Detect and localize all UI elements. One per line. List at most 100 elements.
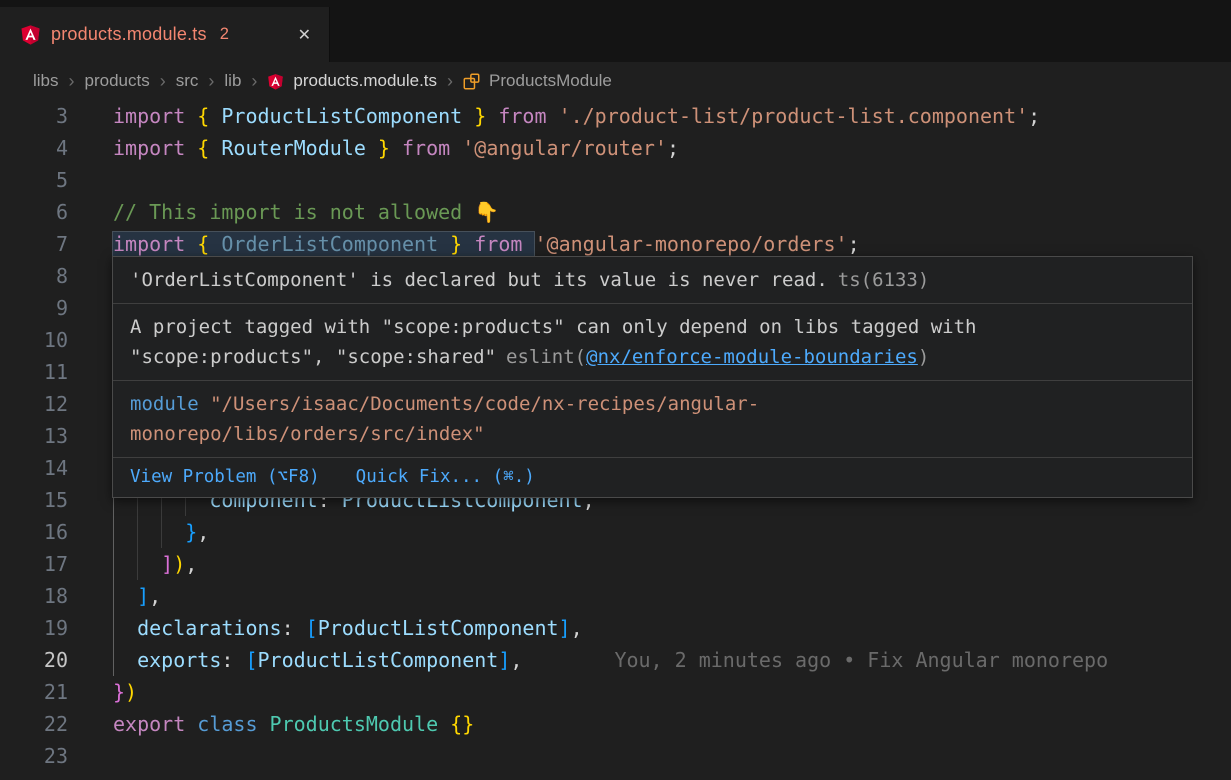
line-number[interactable]: 7 bbox=[0, 228, 68, 260]
code-line-22[interactable]: 22 export class ProductsModule {} bbox=[0, 708, 1231, 740]
tab-products-module[interactable]: products.module.ts 2 ✕ bbox=[0, 7, 330, 62]
gutter-space bbox=[68, 420, 113, 452]
code-line-3[interactable]: 3import { ProductListComponent } from '.… bbox=[0, 100, 1231, 132]
token: import bbox=[113, 232, 197, 256]
breadcrumb-item-lib[interactable]: lib bbox=[224, 71, 241, 91]
token: , bbox=[510, 648, 522, 672]
token: } bbox=[185, 520, 197, 544]
code-line-16[interactable]: 16}, bbox=[0, 516, 1231, 548]
gutter-space bbox=[68, 580, 113, 612]
line-number[interactable]: 9 bbox=[0, 292, 68, 324]
code-content: // This import is not allowed 👇 bbox=[113, 196, 499, 228]
code-line-6[interactable]: 6 // This import is not allowed 👇 bbox=[0, 196, 1231, 228]
eslint-message-line1: A project tagged with "scope:products" c… bbox=[130, 312, 1175, 342]
eslint-rule-link[interactable]: @nx/enforce-module-boundaries bbox=[586, 346, 918, 368]
breadcrumb-separator: › bbox=[69, 71, 75, 92]
line-number[interactable]: 8 bbox=[0, 260, 68, 292]
gutter-space bbox=[68, 164, 113, 196]
breadcrumb-item-libs[interactable]: libs bbox=[33, 71, 59, 91]
gutter-space bbox=[68, 228, 113, 260]
token: class bbox=[197, 712, 269, 736]
line-number[interactable]: 10 bbox=[0, 324, 68, 356]
code-line-5[interactable]: 5 bbox=[0, 164, 1231, 196]
token: export bbox=[113, 712, 197, 736]
line-number[interactable]: 13 bbox=[0, 420, 68, 452]
eslint-message-line2: "scope:products", "scope:shared"eslint(@… bbox=[130, 342, 1175, 372]
line-number[interactable]: 6 bbox=[0, 196, 68, 228]
code-line-19[interactable]: 19 declarations: [ProductListComponent], bbox=[0, 612, 1231, 644]
line-number[interactable]: 15 bbox=[0, 484, 68, 516]
breadcrumb-item-file[interactable]: products.module.ts bbox=[293, 71, 437, 91]
token: declarations bbox=[137, 616, 282, 640]
token: { bbox=[197, 104, 221, 128]
tab-bar: products.module.ts 2 ✕ bbox=[0, 0, 1231, 62]
token: from bbox=[498, 104, 558, 128]
indent-guide bbox=[137, 548, 161, 580]
gutter-space bbox=[68, 324, 113, 356]
hover-module-info: module "/Users/isaac/Documents/code/nx-r… bbox=[113, 381, 1192, 457]
line-number[interactable]: 11 bbox=[0, 356, 68, 388]
breadcrumb-item-products[interactable]: products bbox=[85, 71, 150, 91]
code-line-18[interactable]: 18], bbox=[0, 580, 1231, 612]
line-number[interactable]: 23 bbox=[0, 740, 68, 772]
line-number[interactable]: 17 bbox=[0, 548, 68, 580]
code-content: }, bbox=[113, 516, 209, 548]
token: from bbox=[474, 232, 534, 256]
breadcrumb-separator: › bbox=[160, 71, 166, 92]
line-number[interactable]: 12 bbox=[0, 388, 68, 420]
line-number[interactable]: 16 bbox=[0, 516, 68, 548]
token: ) bbox=[173, 552, 185, 576]
angular-icon bbox=[267, 73, 284, 90]
line-number[interactable]: 14 bbox=[0, 452, 68, 484]
token: './product-list/product-list.component' bbox=[559, 104, 1029, 128]
token: ; bbox=[1028, 104, 1040, 128]
quick-fix-link[interactable]: Quick Fix... (⌘.) bbox=[356, 466, 535, 489]
error-highlight-range: import { OrderListComponent } from bbox=[113, 232, 534, 256]
line-number[interactable]: 22 bbox=[0, 708, 68, 740]
token: ) bbox=[125, 680, 137, 704]
token: '@angular-monorepo/orders' bbox=[534, 232, 847, 256]
token: RouterModule bbox=[221, 136, 366, 160]
gutter-space bbox=[68, 612, 113, 644]
token: : bbox=[282, 616, 306, 640]
gutter-space bbox=[68, 708, 113, 740]
module-info-line1: module "/Users/isaac/Documents/code/nx-r… bbox=[130, 389, 1175, 419]
code-line-17[interactable]: 17]), bbox=[0, 548, 1231, 580]
gutter-space bbox=[68, 484, 113, 516]
tab-close-button[interactable]: ✕ bbox=[294, 23, 315, 47]
token: // This import is not allowed bbox=[113, 200, 474, 224]
token: exports bbox=[137, 648, 221, 672]
line-number[interactable]: 20 bbox=[0, 644, 68, 676]
line-number[interactable]: 4 bbox=[0, 132, 68, 164]
token: ; bbox=[667, 136, 679, 160]
breadcrumb-item-symbol[interactable]: ProductsModule bbox=[489, 71, 612, 91]
code-content: exports: [ProductListComponent],You, 2 m… bbox=[113, 644, 1108, 676]
token: , bbox=[149, 584, 161, 608]
indent-guide bbox=[137, 516, 161, 548]
code-editor[interactable]: 3import { ProductListComponent } from '.… bbox=[0, 100, 1231, 780]
token: ] bbox=[137, 584, 149, 608]
eslint-message-scopes: "scope:products", "scope:shared" bbox=[130, 346, 496, 368]
line-number[interactable]: 19 bbox=[0, 612, 68, 644]
gutter-space bbox=[68, 452, 113, 484]
code-content: export class ProductsModule {} bbox=[113, 708, 474, 740]
line-number[interactable]: 18 bbox=[0, 580, 68, 612]
gutter-space bbox=[68, 644, 113, 676]
token: {} bbox=[438, 712, 474, 736]
code-line-23[interactable]: 23 bbox=[0, 740, 1231, 772]
tab-label: products.module.ts bbox=[51, 24, 207, 45]
line-number[interactable]: 5 bbox=[0, 164, 68, 196]
gutter-space bbox=[68, 292, 113, 324]
line-number[interactable]: 21 bbox=[0, 676, 68, 708]
line-number[interactable]: 3 bbox=[0, 100, 68, 132]
code-line-4[interactable]: 4import { RouterModule } from '@angular/… bbox=[0, 132, 1231, 164]
code-line-21[interactable]: 21}) bbox=[0, 676, 1231, 708]
token: ProductsModule bbox=[270, 712, 439, 736]
view-problem-link[interactable]: View Problem (⌥F8) bbox=[130, 466, 320, 489]
token: } bbox=[438, 232, 474, 256]
code-line-20[interactable]: 20 exports: [ProductListComponent],You, 2… bbox=[0, 644, 1231, 676]
code-content: ], bbox=[113, 580, 161, 612]
breadcrumb-item-src[interactable]: src bbox=[176, 71, 199, 91]
code-content: declarations: [ProductListComponent], bbox=[113, 612, 583, 644]
breadcrumb-separator: › bbox=[447, 71, 453, 92]
